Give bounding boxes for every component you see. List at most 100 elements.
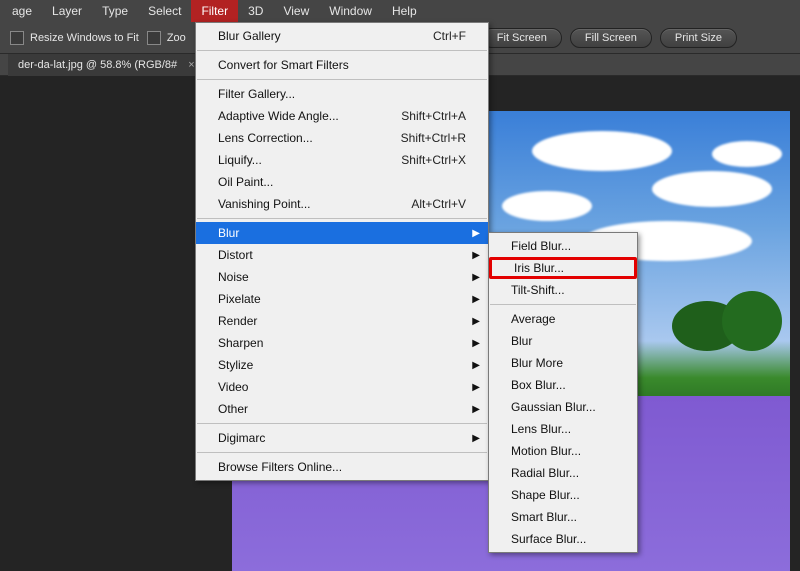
menuitem-adaptive-wide-angle[interactable]: Adaptive Wide Angle... Shift+Ctrl+A: [196, 105, 488, 127]
submenu-arrow-icon: ▶: [472, 338, 480, 349]
menuitem-radial-blur[interactable]: Radial Blur...: [489, 462, 637, 484]
submenu-arrow-icon: ▶: [472, 360, 480, 371]
menuitem-filter-gallery[interactable]: Filter Gallery...: [196, 83, 488, 105]
submenu-arrow-icon: ▶: [472, 316, 480, 327]
menuitem-label: Video: [218, 380, 466, 394]
menuitem-blur[interactable]: Blur ▶: [196, 222, 488, 244]
menuitem-smart-blur[interactable]: Smart Blur...: [489, 506, 637, 528]
menuitem-label: Liquify...: [218, 153, 371, 167]
menuitem-vanishing-point[interactable]: Vanishing Point... Alt+Ctrl+V: [196, 193, 488, 215]
menuitem-label: Radial Blur...: [511, 466, 615, 480]
menuitem-label: Surface Blur...: [511, 532, 615, 546]
menuitem-label: Average: [511, 312, 615, 326]
app-menubar: age Layer Type Select Filter 3D View Win…: [0, 0, 800, 22]
menuitem-label: Pixelate: [218, 292, 466, 306]
zoom-label: Zoo: [167, 32, 186, 44]
menuitem-label: Blur: [218, 226, 466, 240]
blur-submenu: Field Blur... Iris Blur... Tilt-Shift...…: [488, 232, 638, 553]
menuitem-label: Convert for Smart Filters: [218, 58, 466, 72]
document-tab-title: der-da-lat.jpg @ 58.8% (RGB/8#: [18, 59, 177, 71]
menuitem-field-blur[interactable]: Field Blur...: [489, 235, 637, 257]
menuitem-label: Gaussian Blur...: [511, 400, 615, 414]
resize-windows-label: Resize Windows to Fit: [30, 32, 139, 44]
print-size-button[interactable]: Print Size: [660, 28, 737, 48]
fit-screen-button[interactable]: Fit Screen: [482, 28, 562, 48]
menuitem-label: Blur More: [511, 356, 615, 370]
menu-3d[interactable]: 3D: [238, 0, 273, 22]
menu-image[interactable]: age: [2, 0, 42, 22]
menuitem-liquify[interactable]: Liquify... Shift+Ctrl+X: [196, 149, 488, 171]
menuitem-label: Motion Blur...: [511, 444, 615, 458]
menu-separator: [197, 452, 487, 453]
document-tab[interactable]: der-da-lat.jpg @ 58.8% (RGB/8# ×: [8, 54, 206, 76]
submenu-arrow-icon: ▶: [472, 250, 480, 261]
menuitem-label: Render: [218, 314, 466, 328]
menuitem-label: Smart Blur...: [511, 510, 615, 524]
close-tab-icon[interactable]: ×: [188, 59, 194, 71]
menu-window[interactable]: Window: [319, 0, 382, 22]
menuitem-tilt-shift[interactable]: Tilt-Shift...: [489, 279, 637, 301]
menuitem-shortcut: Shift+Ctrl+R: [401, 131, 466, 145]
menuitem-label: Oil Paint...: [218, 175, 466, 189]
menuitem-shortcut: Alt+Ctrl+V: [411, 197, 466, 211]
menu-type[interactable]: Type: [92, 0, 138, 22]
menuitem-label: Shape Blur...: [511, 488, 615, 502]
submenu-arrow-icon: ▶: [472, 294, 480, 305]
submenu-arrow-icon: ▶: [472, 382, 480, 393]
menuitem-label: Lens Blur...: [511, 422, 615, 436]
menuitem-render[interactable]: Render ▶: [196, 310, 488, 332]
menu-view[interactable]: View: [273, 0, 319, 22]
menuitem-label: Distort: [218, 248, 466, 262]
menuitem-box-blur[interactable]: Box Blur...: [489, 374, 637, 396]
menuitem-sharpen[interactable]: Sharpen ▶: [196, 332, 488, 354]
submenu-arrow-icon: ▶: [472, 228, 480, 239]
menuitem-other[interactable]: Other ▶: [196, 398, 488, 420]
zoom-checkbox[interactable]: Zoo: [147, 31, 186, 45]
menu-help[interactable]: Help: [382, 0, 427, 22]
menuitem-blur-gallery[interactable]: Blur Gallery Ctrl+F: [196, 25, 488, 47]
submenu-arrow-icon: ▶: [472, 433, 480, 444]
menu-separator: [197, 218, 487, 219]
menuitem-label: Stylize: [218, 358, 466, 372]
menuitem-digimarc[interactable]: Digimarc ▶: [196, 427, 488, 449]
menuitem-shape-blur[interactable]: Shape Blur...: [489, 484, 637, 506]
menuitem-stylize[interactable]: Stylize ▶: [196, 354, 488, 376]
menuitem-label: Field Blur...: [511, 239, 615, 253]
menuitem-convert-smart[interactable]: Convert for Smart Filters: [196, 54, 488, 76]
menuitem-shortcut: Ctrl+F: [433, 29, 466, 43]
menuitem-shortcut: Shift+Ctrl+A: [401, 109, 466, 123]
menuitem-lens-correction[interactable]: Lens Correction... Shift+Ctrl+R: [196, 127, 488, 149]
menuitem-lens-blur[interactable]: Lens Blur...: [489, 418, 637, 440]
menuitem-video[interactable]: Video ▶: [196, 376, 488, 398]
menuitem-surface-blur[interactable]: Surface Blur...: [489, 528, 637, 550]
menu-separator: [490, 304, 636, 305]
menuitem-noise[interactable]: Noise ▶: [196, 266, 488, 288]
menuitem-label: Browse Filters Online...: [218, 460, 466, 474]
submenu-arrow-icon: ▶: [472, 272, 480, 283]
menuitem-label: Blur: [511, 334, 615, 348]
menu-separator: [197, 423, 487, 424]
menuitem-pixelate[interactable]: Pixelate ▶: [196, 288, 488, 310]
resize-windows-checkbox[interactable]: Resize Windows to Fit: [10, 31, 139, 45]
menuitem-browse-filters-online[interactable]: Browse Filters Online...: [196, 456, 488, 478]
menuitem-label: Tilt-Shift...: [511, 283, 615, 297]
menuitem-gaussian-blur[interactable]: Gaussian Blur...: [489, 396, 637, 418]
menuitem-label: Adaptive Wide Angle...: [218, 109, 371, 123]
menuitem-oil-paint[interactable]: Oil Paint...: [196, 171, 488, 193]
menu-select[interactable]: Select: [138, 0, 191, 22]
menuitem-average[interactable]: Average: [489, 308, 637, 330]
menuitem-blur-more[interactable]: Blur More: [489, 352, 637, 374]
menuitem-distort[interactable]: Distort ▶: [196, 244, 488, 266]
menuitem-motion-blur[interactable]: Motion Blur...: [489, 440, 637, 462]
menu-layer[interactable]: Layer: [42, 0, 92, 22]
menuitem-blur-simple[interactable]: Blur: [489, 330, 637, 352]
menuitem-iris-blur[interactable]: Iris Blur...: [489, 257, 637, 279]
fill-screen-button[interactable]: Fill Screen: [570, 28, 652, 48]
menuitem-label: Iris Blur...: [514, 261, 612, 275]
menuitem-label: Blur Gallery: [218, 29, 403, 43]
menuitem-shortcut: Shift+Ctrl+X: [401, 153, 466, 167]
filter-menu: Blur Gallery Ctrl+F Convert for Smart Fi…: [195, 22, 489, 481]
menuitem-label: Sharpen: [218, 336, 466, 350]
menu-filter[interactable]: Filter: [191, 0, 238, 22]
menuitem-label: Other: [218, 402, 466, 416]
